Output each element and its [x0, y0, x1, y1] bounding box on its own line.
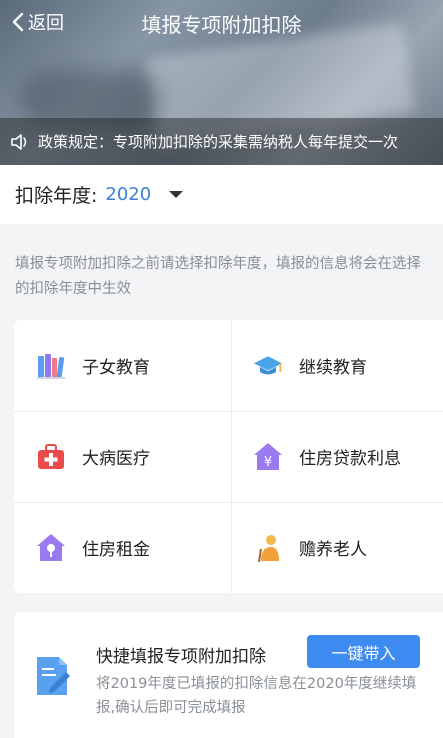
category-continuing-education[interactable]: 继续教育 — [231, 320, 443, 411]
category-housing-rent[interactable]: 住房租金 — [14, 502, 228, 593]
quick-fill-title: 快捷填报专项附加扣除 — [96, 647, 266, 667]
category-label: 子女教育 — [82, 358, 150, 378]
house-yen-icon: ¥ — [253, 442, 283, 472]
category-children-education[interactable]: 子女教育 — [14, 320, 228, 411]
hint-text: 填报专项附加扣除之前请选择扣除年度，填报的信息将会在选择的扣除年度中生效 — [15, 256, 421, 297]
category-label: 大病医疗 — [82, 449, 150, 469]
year-label: 扣除年度: — [15, 185, 98, 207]
category-label: 住房租金 — [82, 540, 150, 560]
svg-text:¥: ¥ — [264, 455, 272, 470]
year-selector[interactable]: 扣除年度: 2020 — [0, 165, 443, 224]
category-label: 住房贷款利息 — [299, 449, 401, 469]
medical-kit-icon — [36, 442, 66, 472]
caret-down-icon[interactable] — [169, 191, 184, 198]
category-serious-illness-medical[interactable]: 大病医疗 — [14, 411, 228, 502]
quick-fill-card: 快捷填报专项附加扣除 一键带入 将2019年度已填报的扣除信息在2020年度继续… — [14, 612, 443, 738]
header-banner: 返回 填报专项附加扣除 政策规定：专项附加扣除的采集需纳税人每年提交一次 — [0, 0, 443, 165]
category-label: 赡养老人 — [299, 540, 367, 560]
policy-notice: 政策规定：专项附加扣除的采集需纳税人每年提交一次 — [0, 118, 443, 165]
house-key-icon — [36, 533, 66, 563]
graduation-cap-icon — [253, 351, 283, 381]
edit-document-icon — [34, 654, 74, 702]
year-value[interactable]: 2020 — [105, 184, 151, 205]
notice-text: 政策规定：专项附加扣除的采集需纳税人每年提交一次 — [38, 133, 399, 151]
category-housing-loan-interest[interactable]: ¥ 住房贷款利息 — [231, 411, 443, 502]
page-title: 填报专项附加扣除 — [141, 13, 302, 37]
category-label: 继续教育 — [299, 358, 367, 378]
books-icon — [36, 351, 66, 381]
quick-fill-description: 将2019年度已填报的扣除信息在2020年度继续填报,确认后即可完成填报 — [96, 676, 417, 716]
elderly-person-icon — [253, 533, 283, 563]
category-elderly-support[interactable]: 赡养老人 — [231, 502, 443, 593]
speaker-icon — [11, 133, 27, 150]
one-click-import-button[interactable]: 一键带入 — [307, 635, 420, 668]
deduction-category-grid: 子女教育 继续教育 大病医疗 ¥ 住房贷款利息 住房租金 赡养老人 — [14, 320, 443, 593]
